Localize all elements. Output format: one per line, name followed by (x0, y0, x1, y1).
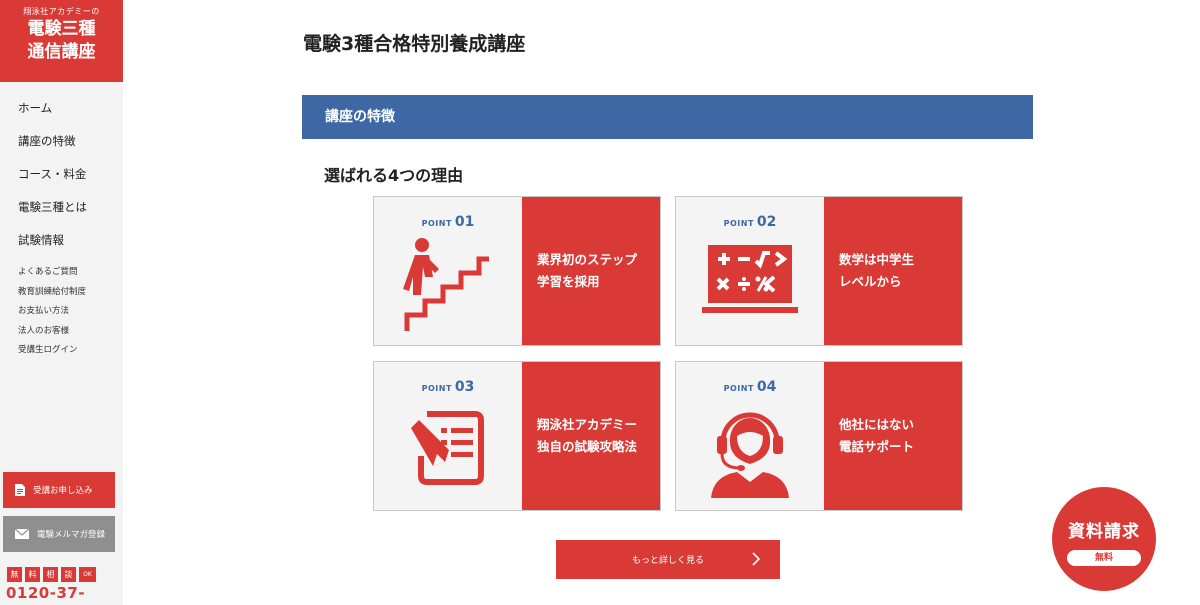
free-char: 相 (43, 567, 58, 582)
point-word: POINT (723, 384, 754, 393)
point-word: POINT (421, 219, 452, 228)
brochure-request-button[interactable]: 資料請求 無料 (1052, 487, 1156, 591)
subnav-training-benefit[interactable]: 教育訓練給付制度 (18, 286, 86, 306)
document-pencil-icon (403, 402, 493, 496)
nav-about[interactable]: 電験三種とは (18, 197, 87, 230)
nav-exam-info[interactable]: 試験情報 (18, 230, 87, 263)
site-logo[interactable]: 翔泳社アカデミーの 電験三種 通信講座 (0, 0, 123, 82)
card-text-line2: 電話サポート (839, 439, 915, 454)
point-number: 02 (756, 214, 777, 230)
more-details-button[interactable]: もっと詳しく見る (556, 540, 780, 579)
nav-features[interactable]: 講座の特徴 (18, 131, 87, 164)
point-word: POINT (723, 219, 754, 228)
card-text-line1: 業界初のステップ (537, 252, 638, 267)
nav-courses[interactable]: コース・料金 (18, 164, 87, 197)
logo-subtitle: 翔泳社アカデミーの (23, 7, 100, 16)
mobile-ok-badge: OK (79, 567, 96, 582)
headset-operator-icon (705, 402, 795, 502)
nav-home[interactable]: ホーム (18, 98, 87, 131)
card-text-line1: 数学は中学生 (839, 252, 915, 267)
section-header: 講座の特徴 (302, 95, 1033, 139)
point-label: POINT 04 (676, 376, 824, 395)
point-number: 04 (756, 379, 777, 395)
point-word: POINT (421, 384, 452, 393)
free-pill: 無料 (1067, 550, 1141, 566)
subnav-payment[interactable]: お支払い方法 (18, 305, 86, 325)
card-text-line2: レベルから (839, 274, 902, 289)
free-char: 料 (25, 567, 40, 582)
newsletter-button[interactable]: 電験メルマガ登録 (3, 516, 115, 552)
feature-card-3[interactable]: POINT 03 翔泳社アカデミー 独自の試験攻略法 (373, 361, 661, 511)
free-consultation-badge: 無 料 相 談 OK (7, 567, 96, 582)
logo-title-line1: 電験三種 (27, 19, 96, 39)
main-nav: ホーム 講座の特徴 コース・料金 電験三種とは 試験情報 (18, 98, 87, 263)
card-text-line1: 他社にはない (839, 417, 915, 432)
subnav-corporate[interactable]: 法人のお客様 (18, 325, 86, 345)
feature-card-1[interactable]: POINT 01 業界初のステップ 学習を採用 (373, 196, 661, 346)
subnav-student-login[interactable]: 受講生ログイン (18, 344, 86, 364)
document-icon (15, 484, 25, 496)
brochure-request-label: 資料請求 (1068, 522, 1140, 542)
point-label: POINT 03 (374, 376, 522, 395)
card-text-line2: 学習を採用 (537, 274, 600, 289)
card-text-line1: 翔泳社アカデミー (537, 417, 638, 432)
feature-card-2[interactable]: POINT 02 数学は中学生 レベルから (675, 196, 963, 346)
sidebar: 翔泳社アカデミーの 電験三種 通信講座 ホーム 講座の特徴 コース・料金 電験三… (0, 0, 123, 605)
chevron-right-icon (752, 552, 761, 569)
more-details-label: もっと詳しく見る (631, 556, 704, 566)
apply-label: 受講お申し込み (33, 486, 93, 496)
math-symbols-icon (700, 237, 800, 321)
subnav-faq[interactable]: よくあるご質問 (18, 266, 86, 286)
free-char: 談 (61, 567, 76, 582)
stairs-climber-icon (403, 237, 493, 337)
newsletter-label: 電験メルマガ登録 (37, 530, 106, 540)
point-number: 01 (454, 214, 475, 230)
phone-number[interactable]: 0120-37-8259 (6, 584, 123, 605)
sub-nav: よくあるご質問 教育訓練給付制度 お支払い方法 法人のお客様 受講生ログイン (18, 266, 86, 364)
logo-title-line2: 通信講座 (27, 42, 96, 62)
point-label: POINT 01 (374, 211, 522, 230)
card-text-line2: 独自の試験攻略法 (537, 439, 638, 454)
point-label: POINT 02 (676, 211, 824, 230)
envelope-icon (15, 529, 29, 539)
reasons-heading: 選ばれる4つの理由 (324, 166, 464, 185)
feature-card-4[interactable]: POINT 04 他社にはない 電話サポート (675, 361, 963, 511)
free-char: 無 (7, 567, 22, 582)
page-title: 電験3種合格特別養成講座 (303, 33, 526, 55)
point-number: 03 (454, 379, 475, 395)
apply-button[interactable]: 受講お申し込み (3, 472, 115, 508)
